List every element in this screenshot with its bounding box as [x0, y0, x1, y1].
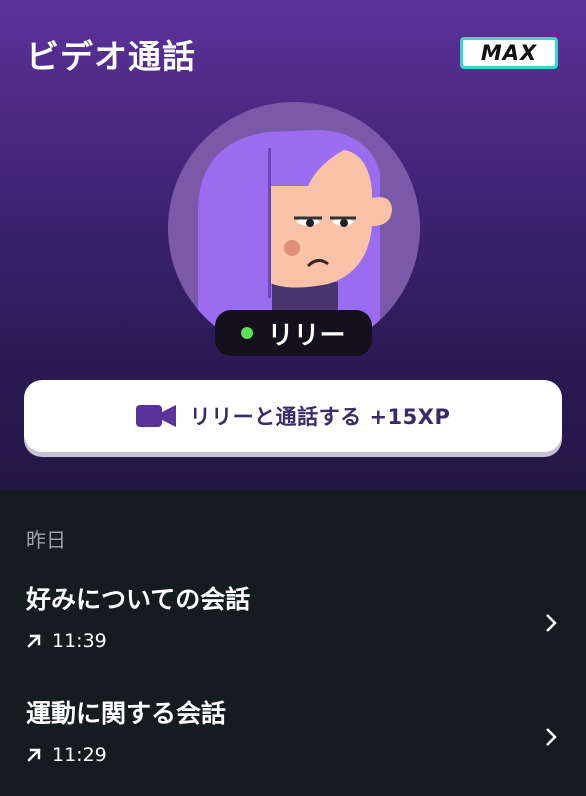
start-call-label: リリーと通話する +15XP: [189, 405, 451, 429]
arrow-up-right-icon: [27, 748, 41, 762]
call-history-time: 11:29: [26, 744, 107, 766]
page-title: ビデオ通話: [26, 37, 196, 76]
history-section-label: 昨日: [26, 528, 66, 552]
video-camera-icon: [135, 405, 176, 427]
call-history-item[interactable]: 好みについての会話 11:39: [0, 580, 586, 676]
online-status-icon: [241, 327, 254, 339]
arrow-up-right-icon: [27, 634, 41, 648]
max-badge-label: MAX: [480, 41, 538, 65]
chevron-right-icon: [546, 614, 557, 632]
chevron-right-icon: [546, 728, 557, 746]
call-history-time-text: 11:29: [52, 744, 107, 766]
start-call-button[interactable]: リリーと通話する +15XP: [24, 380, 562, 452]
call-history-time: 11:39: [26, 630, 107, 652]
call-history-time-text: 11:39: [52, 630, 107, 652]
hero-section: ビデオ通話 MAX リリー リリーと通話する +15XP: [0, 0, 586, 490]
max-badge: MAX: [460, 37, 558, 69]
call-history-title: 好みについての会話: [26, 585, 251, 614]
contact-name-pill: リリー: [215, 310, 372, 356]
contact-name: リリー: [267, 320, 346, 351]
call-history-title: 運動に関する会話: [26, 699, 227, 728]
call-history-item[interactable]: 運動に関する会話 11:29: [0, 694, 586, 790]
